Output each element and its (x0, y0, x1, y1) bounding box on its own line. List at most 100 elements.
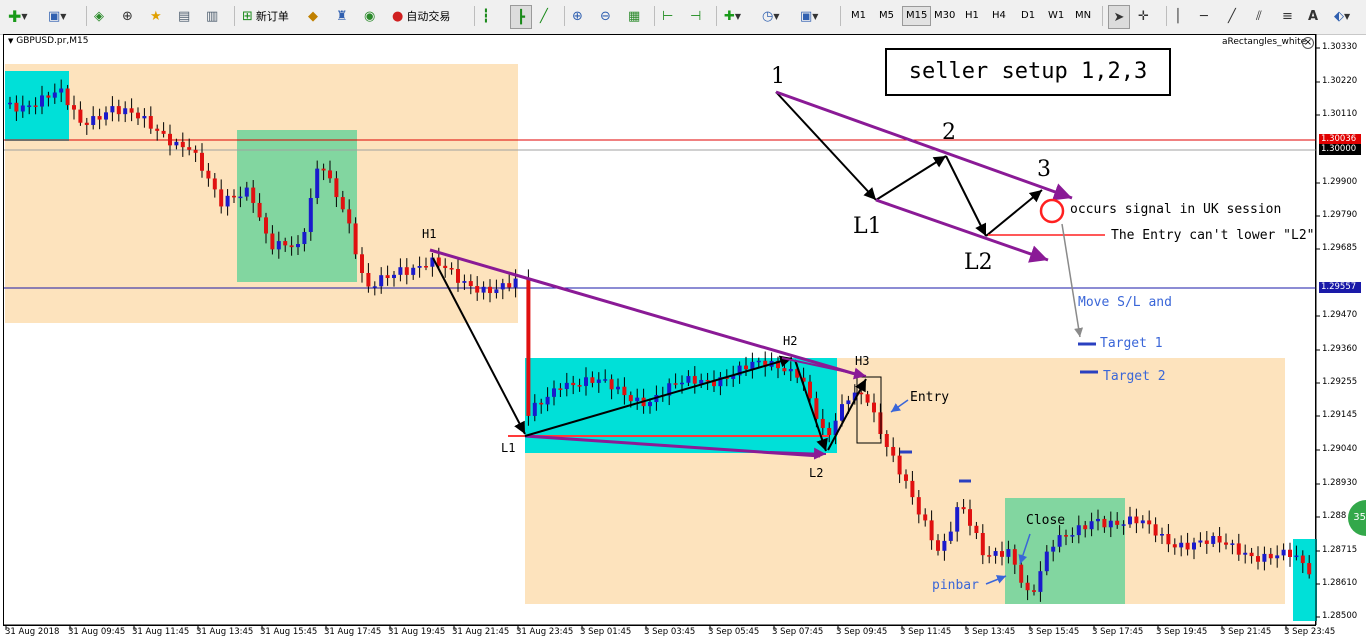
terminal-button[interactable]: ▥ (206, 5, 218, 27)
signals-button[interactable]: ♜ (336, 5, 348, 27)
trendline-button[interactable]: ╱ (1228, 5, 1236, 27)
signal-note: occurs signal in UK session (1070, 202, 1282, 217)
candle-body (72, 105, 76, 110)
zoom-out-button[interactable]: ⊖ (600, 5, 611, 27)
candle-body (1249, 552, 1254, 557)
channel-button[interactable]: ⫽ (1256, 5, 1262, 27)
candle-body (788, 368, 793, 372)
channel-icon: ⫽ (1256, 8, 1262, 24)
candle-body (129, 108, 134, 113)
templates-button[interactable]: ▣ ▼ (800, 5, 818, 27)
candle-body (302, 231, 307, 245)
timeframe-h4[interactable]: H4 (989, 7, 1009, 25)
periods-button[interactable]: ◷ ▼ (762, 5, 780, 27)
market-button[interactable]: ◉ (364, 5, 375, 27)
timeframe-m15[interactable]: M15 (902, 6, 932, 26)
candle-body (923, 514, 928, 521)
navigator-button[interactable]: ▤ (178, 5, 190, 27)
signals-icon: ♜ (336, 8, 348, 24)
time-tick: 3 Sep 23:45 (1284, 627, 1336, 637)
round-level-price-tag: 1.30000 (1319, 144, 1361, 155)
templates-icon: ▣ (800, 8, 813, 24)
candle-body (884, 434, 889, 447)
candle-body (475, 286, 480, 293)
zoom-out-icon: ⊖ (600, 8, 611, 24)
zoom-in-button[interactable]: ⊕ (572, 5, 583, 27)
vertical-line-button[interactable]: │ (1174, 5, 1182, 27)
candle-body (244, 187, 249, 197)
candle-body (827, 428, 832, 436)
navigator-icon: ▤ (178, 8, 191, 24)
new-chart-button[interactable]: ✚ ▼ (8, 5, 28, 27)
crosshair-tool-button[interactable]: ⊕ (122, 5, 133, 27)
text-tool-button[interactable]: A (1308, 5, 1318, 27)
timeframe-m1[interactable]: M1 (848, 7, 869, 25)
metaeditor-button[interactable]: ◆ (308, 5, 318, 27)
candle-body (872, 402, 876, 413)
timeframe-m30[interactable]: M30 (931, 7, 958, 25)
candlestick-chart-button[interactable]: ┣ (510, 5, 532, 29)
candle-body (622, 386, 627, 396)
auto-scroll-button[interactable]: ⊣ (690, 5, 701, 27)
new-order-label: 新订单 (255, 10, 289, 23)
candle-body (161, 130, 166, 134)
indicator-close-icon[interactable]: × (1302, 37, 1314, 49)
horizontal-line-button[interactable]: ─ (1200, 5, 1208, 27)
candle-body (360, 254, 364, 273)
separator (1102, 6, 1103, 26)
candle-body (500, 283, 505, 290)
new-order-button[interactable]: ⊞ 新订单 (242, 5, 289, 27)
price-tick: 1.30330 (1322, 42, 1358, 52)
candle-body (206, 170, 211, 179)
chart-window[interactable]: ▼ GBPUSD.pr,M15 aRectangles_white × sell… (0, 34, 1366, 643)
crosshair-cursor-button[interactable]: ✛ (1138, 5, 1149, 27)
time-tick: 3 Sep 19:45 (1156, 627, 1208, 637)
price-tick: 1.29470 (1322, 310, 1358, 320)
favorites-button[interactable]: ★ (150, 5, 162, 27)
candle-body (1012, 549, 1017, 565)
candle-body (136, 112, 140, 119)
candle-body (385, 275, 390, 279)
market-watch-button[interactable]: ◈ (94, 5, 104, 27)
timeframe-mn[interactable]: MN (1072, 7, 1094, 25)
candle-body (353, 223, 358, 255)
candle-body (686, 376, 691, 383)
chart-shift-icon: ⊢ (662, 8, 674, 24)
candle-body (238, 196, 243, 199)
line-chart-button[interactable]: ╱ (540, 5, 548, 27)
bar-chart-button[interactable]: ┇ (482, 5, 490, 27)
candle-body (513, 278, 518, 288)
chart-shift-button[interactable]: ⊢ (662, 5, 673, 27)
price-tick: 1.29040 (1322, 444, 1358, 454)
cursor-tool-button[interactable]: ➤ (1108, 5, 1130, 29)
auto-trading-button[interactable]: ● 自动交易 (392, 5, 450, 27)
time-tick: 3 Sep 09:45 (836, 627, 888, 637)
candle-body (392, 274, 396, 279)
text-tool-icon: A (1308, 8, 1319, 24)
indicators-button[interactable]: ✚ ▼ (724, 5, 741, 27)
candle-body (1204, 540, 1209, 544)
candle-body (1140, 520, 1145, 524)
time-tick: 3 Sep 01:45 (580, 627, 632, 637)
timeframe-w1[interactable]: W1 (1045, 7, 1067, 25)
timeframe-d1[interactable]: D1 (1018, 7, 1038, 25)
timeframe-m5[interactable]: M5 (876, 7, 897, 25)
candle-body (180, 141, 185, 148)
candle-body (33, 105, 38, 107)
candle-body (891, 446, 896, 456)
candle-body (577, 385, 582, 387)
candle-body (609, 379, 614, 390)
candle-body (628, 395, 633, 402)
separator (1166, 6, 1167, 26)
candle-body (545, 396, 550, 405)
candle-body (590, 377, 595, 383)
candle-body (340, 197, 345, 210)
tile-windows-button[interactable]: ▦ (628, 5, 640, 27)
label-tool-button[interactable]: ⬖ ▼ (1334, 5, 1350, 27)
setup-upper-trendline (775, 90, 1073, 201)
candle-body (398, 267, 403, 275)
fibonacci-button[interactable]: ≡ (1282, 5, 1293, 27)
clock-icon: ◷ (762, 8, 774, 24)
timeframe-h1[interactable]: H1 (962, 7, 982, 25)
profiles-button[interactable]: ▣ ▼ (48, 5, 66, 27)
